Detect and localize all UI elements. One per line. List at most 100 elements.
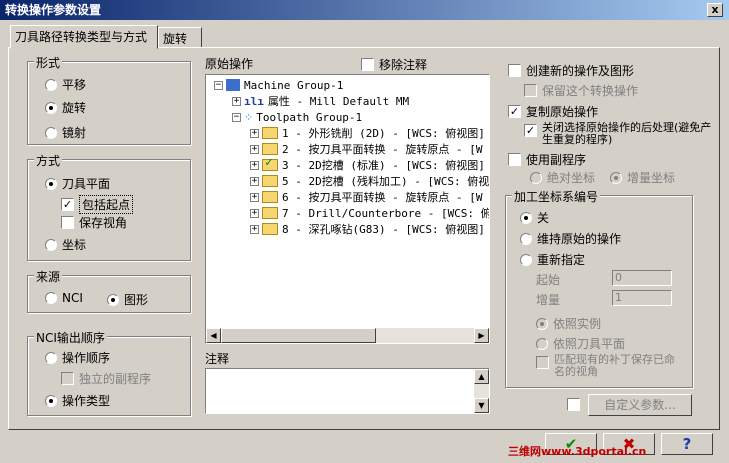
tree-toolpath-group[interactable]: − ⁘ Toolpath Group-1 [232,109,362,125]
radio-icon [530,171,542,184]
collapse-icon[interactable]: − [232,112,241,122]
notes-vscroll[interactable]: ▲ ▼ [474,369,489,413]
check-icon [508,64,521,77]
scroll-thumb[interactable] [221,328,376,343]
start-label: 起始 [536,273,561,287]
tab-transform-type[interactable]: 刀具路径转换类型与方式 [10,25,158,49]
ops-tree-hscroll[interactable]: ◀ ▶ [206,328,489,343]
copy-original-checkbox[interactable]: ✓ 复制原始操作 [508,103,598,120]
offset-keep-label: 维持原始的操作 [537,232,622,246]
scroll-left-icon[interactable]: ◀ [206,328,221,343]
folder-icon [262,143,278,155]
offset-reassign-radio[interactable]: 重新指定 [520,251,585,268]
use-subprogram-checkbox[interactable]: 使用副程序 [508,151,586,168]
source-geometry-radio[interactable]: 图形 [107,291,148,308]
tree-root[interactable]: − Machine Group-1 [214,77,343,93]
remove-comment-checkbox[interactable]: 移除注释 [361,56,427,73]
radio-icon [45,177,57,190]
check-icon: ✓ [61,198,74,211]
expand-icon[interactable]: + [250,176,259,186]
source-nci-radio[interactable]: NCI [45,291,83,305]
collapse-icon[interactable]: − [214,80,223,90]
include-origin-checkbox[interactable]: ✓ 包括起点 [61,195,134,214]
expand-icon[interactable]: + [250,144,259,154]
tree-op-label: 5 - 2D挖槽 (残料加工) - [WCS: 俯视 [282,175,490,188]
radio-icon [520,232,532,245]
method-plane-radio[interactable]: 刀具平面 [45,175,110,192]
style-mirror-radio[interactable]: 镜射 [45,124,86,141]
keep-transform-checkbox[interactable]: 保留这个转换操作 [524,82,638,99]
style-rotate-label: 旋转 [62,101,87,115]
expand-icon[interactable]: + [250,128,259,138]
increment-input[interactable]: 1 [612,290,672,306]
expand-icon[interactable]: + [250,224,259,234]
create-new-checkbox[interactable]: 创建新的操作及图形 [508,62,634,79]
scroll-right-icon[interactable]: ▶ [474,328,489,343]
op-type-label: 操作类型 [62,394,111,408]
subprogram-checkbox[interactable]: 独立的副程序 [61,370,151,387]
window-title: 转换操作参数设置 [5,3,102,17]
tree-op-item[interactable]: + ✓ 3 - 2D挖槽 (标准) - [WCS: 俯视图] [250,155,485,173]
source-geometry-label: 图形 [124,293,149,307]
custom-params-button[interactable]: 自定义参数... [588,394,692,416]
tree-op-item[interactable]: +6 - 按刀具平面转换 - 旋转原点 - [W [250,189,482,205]
close-button[interactable]: x [707,3,723,17]
tree-op-item[interactable]: +7 - Drill/Counterbore - [WCS: 俯视 [250,205,489,221]
method-coord-label: 坐标 [62,238,87,252]
by-plane-radio[interactable]: 依照刀具平面 [536,335,625,352]
offset-off-radio[interactable]: 关 [520,209,549,226]
method-coord-radio[interactable]: 坐标 [45,236,86,253]
remove-comment-label: 移除注释 [379,58,428,72]
selected-check-icon: ✓ [265,155,273,170]
notes-textarea[interactable]: ▲ ▼ [205,368,490,414]
tab-rotate[interactable]: 旋转 [158,27,202,48]
match-existing-checkbox[interactable]: 匹配现有的补丁保存已命名的视角 [536,354,679,378]
style-translate-label: 平移 [62,78,87,92]
check-icon [524,84,537,97]
expand-icon[interactable]: + [250,192,259,202]
scroll-down-icon[interactable]: ▼ [474,398,489,413]
tree-op-item[interactable]: +1 - 外形铣削 (2D) - [WCS: 俯视图] [250,125,485,141]
ops-tree[interactable]: − Machine Group-1 + ılı 属性 - Mill Default M… [205,74,490,344]
op-order-radio[interactable]: 操作顺序 [45,349,110,366]
folder-icon [262,223,278,235]
tree-properties-label: 属性 - Mill Default MM [267,95,410,108]
expand-icon[interactable]: + [250,208,259,218]
radio-icon [45,78,57,91]
source-group-label: 来源 [34,268,63,285]
radio-icon [45,394,57,407]
tree-op-label: 1 - 外形铣削 (2D) - [WCS: 俯视图] [282,127,485,140]
start-input[interactable]: 0 [612,270,672,286]
by-instance-radio[interactable]: 依照实例 [536,315,601,332]
tree-op-item[interactable]: +5 - 2D挖槽 (残料加工) - [WCS: 俯视 [250,173,489,189]
disable-post-checkbox[interactable]: ✓ 关闭选择原始操作的后处理(避免产生重复的程序) [524,122,712,146]
custom-params-checkbox[interactable] [567,398,585,411]
tree-op-item[interactable]: +8 - 深孔啄钻(G83) - [WCS: 俯视图] [250,221,485,237]
radio-icon [45,101,57,114]
help-icon: ? [682,435,692,453]
incremental-radio[interactable]: 增量坐标 [610,169,675,186]
help-button[interactable]: ? [661,433,713,455]
ops-tree-label: 原始操作 [205,57,254,71]
method-plane-label: 刀具平面 [62,177,111,191]
machine-group-icon [226,79,240,91]
op-type-radio[interactable]: 操作类型 [45,392,110,409]
check-icon [567,398,580,411]
keep-view-checkbox[interactable]: 保存视角 [61,214,127,231]
op-order-label: 操作顺序 [62,351,111,365]
expand-icon[interactable]: + [232,96,241,106]
radio-icon [45,238,57,251]
tree-properties[interactable]: + ılı 属性 - Mill Default MM [232,93,409,109]
incremental-label: 增量坐标 [627,171,676,185]
style-rotate-radio[interactable]: 旋转 [45,99,86,116]
nci-order-group-label: NCI输出顺序 [34,329,107,346]
work-offset-group-label: 加工坐标系编号 [512,188,601,205]
absolute-radio[interactable]: 绝对坐标 [530,169,595,186]
expand-icon[interactable]: + [250,160,259,170]
offset-keep-radio[interactable]: 维持原始的操作 [520,230,621,247]
radio-icon [536,317,548,330]
radio-icon [520,253,532,266]
scroll-up-icon[interactable]: ▲ [474,369,489,384]
style-translate-radio[interactable]: 平移 [45,76,86,93]
tree-op-item[interactable]: +2 - 按刀具平面转换 - 旋转原点 - [W [250,141,482,157]
